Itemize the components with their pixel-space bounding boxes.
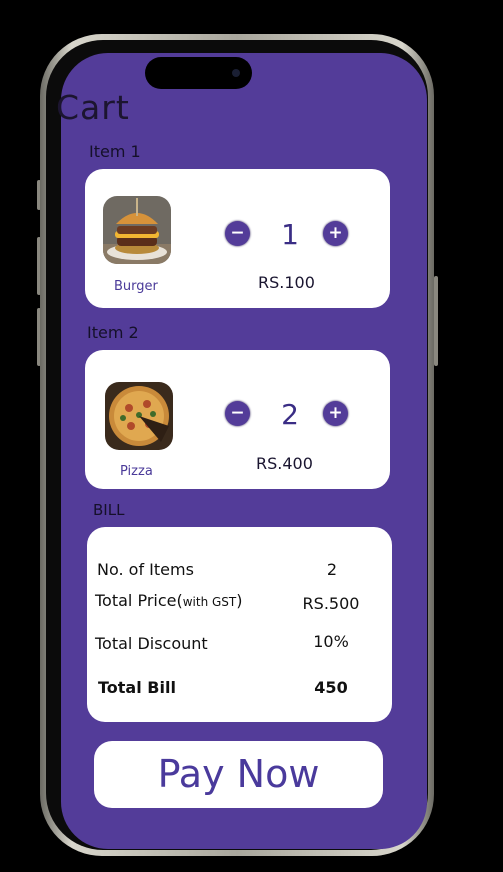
- pizza-quantity: 2: [281, 398, 299, 431]
- burger-increase-button[interactable]: +: [323, 221, 348, 246]
- total-discount-value: 10%: [313, 632, 349, 651]
- total-discount-label: Total Discount: [95, 634, 208, 653]
- pizza-name: Pizza: [120, 464, 153, 479]
- bill-label: BILL: [93, 501, 125, 519]
- burger-image: [103, 196, 171, 264]
- pizza-photo-icon: [105, 382, 173, 450]
- total-price-paren-close: ): [236, 591, 243, 610]
- total-price-text: Total Price: [95, 591, 177, 610]
- camera-icon: [232, 69, 240, 77]
- burger-decrease-button[interactable]: −: [225, 221, 250, 246]
- total-price-note: with GST: [182, 595, 237, 609]
- burger-quantity: 1: [281, 218, 299, 251]
- item-1-label: Item 1: [89, 142, 141, 161]
- item-2-label: Item 2: [87, 323, 139, 342]
- burger-price: RS.100: [258, 273, 315, 292]
- total-price-label: Total Price(with GST): [95, 591, 243, 610]
- pizza-price: RS.400: [256, 454, 313, 473]
- pizza-image: [105, 382, 173, 450]
- burger-name: Burger: [114, 279, 158, 294]
- phone-power-button: [434, 276, 438, 366]
- dynamic-island: [145, 57, 252, 89]
- total-bill-value: 450: [314, 678, 348, 697]
- pay-now-button[interactable]: Pay Now: [94, 741, 383, 808]
- total-bill-label: Total Bill: [98, 678, 176, 697]
- items-count-label: No. of Items: [97, 560, 194, 579]
- page-title: Cart: [56, 88, 130, 127]
- pizza-increase-button[interactable]: +: [323, 401, 348, 426]
- items-count-value: 2: [326, 560, 338, 579]
- total-price-value: RS.500: [302, 594, 360, 613]
- burger-photo-icon: [103, 196, 171, 264]
- pizza-decrease-button[interactable]: −: [225, 401, 250, 426]
